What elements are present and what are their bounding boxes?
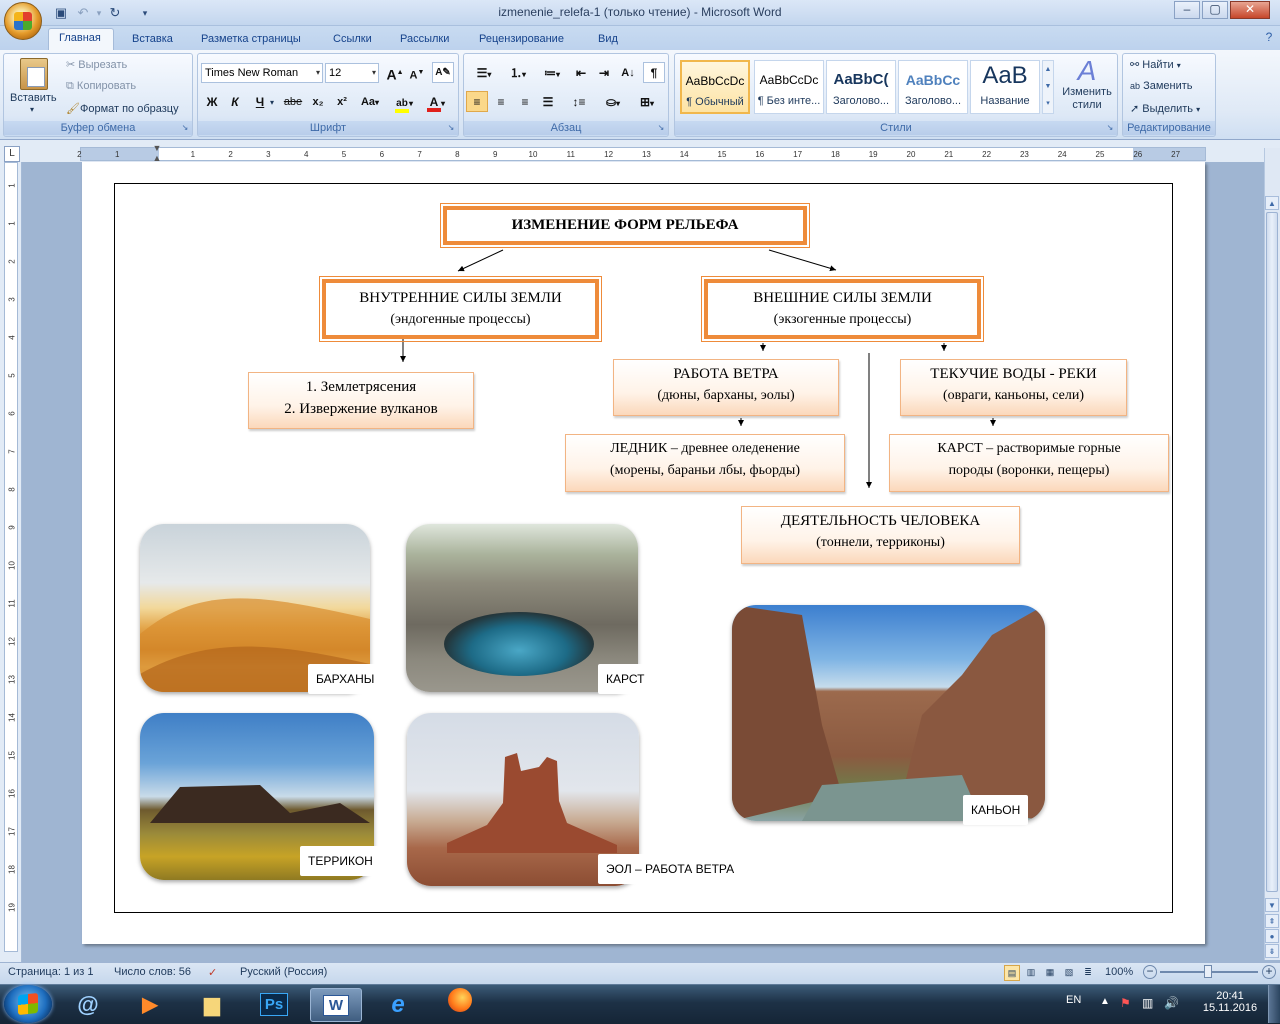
barkhans-caption: БАРХАНЫ (308, 664, 383, 694)
word-taskbar-item[interactable]: W (310, 988, 362, 1022)
photoshop-icon: Ps (259, 993, 289, 1016)
input-language[interactable]: EN (1066, 994, 1081, 1006)
glacier-title: ЛЕДНИК – древнее оледенение (610, 441, 800, 456)
human-activity-box: ДЕЯТЕЛЬНОСТЬ ЧЕЛОВЕКА (тоннели, террикон… (741, 506, 1020, 564)
karst-box: КАРСТ – растворимые горные породы (ворон… (889, 434, 1169, 492)
rivers-subtitle: (овраги, каньоны, сели) (942, 388, 1085, 403)
canyon-caption: КАНЬОН (963, 795, 1029, 825)
volume-icon[interactable]: 🔊 (1164, 996, 1179, 1010)
outline-icon[interactable]: ▧ (1061, 965, 1077, 981)
zoom-in-icon[interactable]: + (1262, 965, 1276, 979)
canyon-photo (732, 605, 1045, 821)
previous-page-icon[interactable]: ⇞ (1265, 914, 1279, 928)
photoshop-taskbar-item[interactable]: Ps (248, 988, 300, 1022)
view-buttons: ▤ ▥ ▦ ▧ ≣ (1004, 965, 1098, 981)
word-icon: W (322, 995, 350, 1016)
terrikon-caption: ТЕРРИКОН (300, 846, 381, 876)
scroll-down-icon[interactable]: ▼ (1265, 898, 1279, 912)
start-button[interactable] (4, 985, 52, 1023)
external-forces-box: ВНЕШНИЕ СИЛЫ ЗЕМЛИ (экзогенные процессы) (701, 276, 984, 342)
thunderbird-icon[interactable]: @ (62, 988, 114, 1022)
clock-date: 15.11.2016 (1202, 1002, 1258, 1014)
glacier-subtitle: (морены, бараньи лбы, фьорды) (609, 463, 801, 478)
internal-forces-title: ВНУТРЕННИЕ СИЛЫ ЗЕМЛИ (359, 290, 562, 306)
internet-explorer-icon[interactable]: e (372, 988, 424, 1022)
zoom-level[interactable]: 100% (1105, 966, 1133, 978)
external-forces-title: ВНЕШНИЕ СИЛЫ ЗЕМЛИ (753, 290, 932, 306)
scrollbar-thumb[interactable] (1266, 212, 1278, 892)
karst-title: КАРСТ – растворимые горные (937, 441, 1121, 456)
glacier-box: ЛЕДНИК – древнее оледенение (морены, бар… (565, 434, 845, 492)
file-explorer-icon[interactable]: ▆ (186, 988, 238, 1022)
arrow-title-external (768, 249, 837, 272)
windows-logo-icon (18, 992, 38, 1016)
diagram-title-box: ИЗМЕНЕНИЕ ФОРМ РЕЛЬЕФА (440, 203, 810, 248)
full-screen-reading-icon[interactable]: ▥ (1023, 965, 1039, 981)
rivers-title: ТЕКУЧИЕ ВОДЫ - РЕКИ (930, 366, 1097, 382)
sinkhole-water (444, 612, 594, 676)
zoom-slider-thumb[interactable] (1204, 965, 1212, 978)
page-count[interactable]: Страница: 1 из 1 (8, 966, 94, 978)
human-activity-title: ДЕЯТЕЛЬНОСТЬ ЧЕЛОВЕКА (780, 513, 981, 529)
office-logo-icon (14, 12, 32, 30)
eol-caption: ЭОЛ – РАБОТА ВЕТРА (598, 854, 743, 884)
show-hidden-icons-icon[interactable]: ▲ (1100, 996, 1110, 1007)
show-desktop-button[interactable] (1268, 985, 1280, 1023)
wind-title: РАБОТА ВЕТРА (673, 366, 779, 382)
internal-forces-subtitle: (эндогенные процессы) (390, 312, 531, 327)
action-center-icon[interactable]: ⚑ (1120, 996, 1131, 1010)
wind-box: РАБОТА ВЕТРА (дюны, барханы, эолы) (613, 359, 839, 416)
rivers-box: ТЕКУЧИЕ ВОДЫ - РЕКИ (овраги, каньоны, се… (900, 359, 1127, 416)
earthquakes-item: 1. Землетрясения (305, 379, 417, 395)
print-layout-icon[interactable]: ▤ (1004, 965, 1020, 981)
arrow-title-internal (457, 249, 504, 272)
volcanoes-item: 2. Извержение вулканов (284, 401, 438, 417)
media-player-icon[interactable]: ▶ (124, 988, 176, 1022)
language-indicator[interactable]: Русский (Россия) (240, 966, 327, 978)
karst-subtitle: породы (воронки, пещеры) (948, 463, 1110, 478)
clock[interactable]: 20:41 15.11.2016 (1200, 990, 1260, 1014)
endogenous-processes-box: 1. Землетрясения 2. Извержение вулканов (248, 372, 474, 429)
external-forces-subtitle: (экзогенные процессы) (773, 312, 912, 327)
word-count[interactable]: Число слов: 56 (114, 966, 191, 978)
draft-icon[interactable]: ≣ (1080, 965, 1096, 981)
proofing-icon[interactable]: ✓ (208, 966, 217, 979)
human-activity-subtitle: (тоннели, терриконы) (816, 535, 945, 550)
internal-forces-box: ВНУТРЕННИЕ СИЛЫ ЗЕМЛИ (эндогенные процес… (319, 276, 602, 342)
office-button[interactable] (4, 2, 42, 40)
web-layout-icon[interactable]: ▦ (1042, 965, 1058, 981)
next-page-icon[interactable]: ⇟ (1265, 944, 1279, 958)
network-icon[interactable]: ▥ (1142, 996, 1153, 1010)
firefox-icon[interactable] (434, 988, 486, 1022)
karst-caption: КАРСТ (598, 664, 653, 694)
clock-time: 20:41 (1216, 990, 1244, 1002)
browse-object-icon[interactable]: ● (1265, 929, 1279, 943)
scroll-up-icon[interactable]: ▲ (1265, 196, 1279, 210)
canyon-shapes (732, 605, 1045, 821)
wind-subtitle: (дюны, барханы, эолы) (657, 388, 795, 403)
zoom-out-icon[interactable]: − (1143, 965, 1157, 979)
